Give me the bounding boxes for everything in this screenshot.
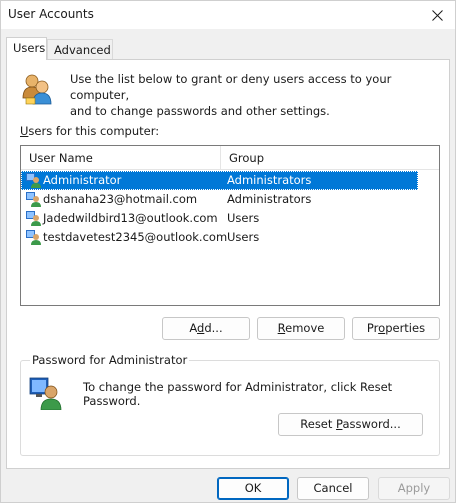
user-group: Administrators [227,192,312,206]
tab-advanced[interactable]: Advanced [47,39,113,59]
list-item[interactable]: testdavetest2345@outlook.com Users [21,228,418,247]
title-bar: User Accounts [1,1,455,29]
intro-text-line2: and to change passwords and other settin… [70,104,330,118]
list-rows: Administrator Administrators dshanaha23@… [21,171,439,247]
remove-button[interactable]: Remove [257,317,345,340]
column-header-group[interactable]: Group [221,146,419,170]
window-title: User Accounts [8,7,94,21]
close-icon [431,9,443,21]
column-header-user-name[interactable]: User Name [21,146,221,170]
user-group: Administrators [227,173,312,187]
user-account-icon [26,192,41,207]
apply-button[interactable]: Apply [378,477,450,500]
close-button[interactable] [419,1,455,29]
list-item[interactable]: dshanaha23@hotmail.com Administrators [21,190,418,209]
user-monitor-icon [29,377,62,410]
user-name: Jadedwildbird13@outlook.com [43,211,218,225]
users-label-rest: sers for this computer: [28,124,160,138]
user-account-icon [26,173,41,188]
properties-button[interactable]: Properties [352,317,440,340]
intro-text-line1: Use the list below to grant or deny user… [70,72,392,102]
users-list[interactable]: User Name Group Administrator Administra… [20,145,440,306]
users-icon [22,74,52,105]
user-account-icon [26,230,41,245]
list-header: User Name Group [21,146,439,170]
properties-label-post: perties [385,321,426,335]
add-label-pre: A [189,321,198,335]
password-help-text: To change the password for Administrator… [83,380,393,408]
cancel-button[interactable]: Cancel [297,477,369,500]
tab-strip: Users Advanced [6,37,446,60]
password-groupbox-title: Password for Administrator [30,353,190,367]
user-name: Administrator [43,173,122,187]
user-group: Users [227,211,260,225]
add-button[interactable]: Add... [162,317,250,340]
user-group: Users [227,230,260,244]
user-account-icon [26,211,41,226]
users-tab-panel: Use the list below to grant or deny user… [6,59,450,469]
intro-text: Use the list below to grant or deny user… [70,71,440,119]
list-item[interactable]: Jadedwildbird13@outlook.com Users [21,209,418,228]
properties-label-pre: Pr [366,321,379,335]
reset-password-button[interactable]: Reset Password... [278,413,423,436]
user-name: dshanaha23@hotmail.com [43,192,198,206]
user-name: testdavetest2345@outlook.com [43,230,228,244]
add-label-post: d... [204,321,223,335]
reset-label-pre: Reset [300,417,337,431]
ok-button[interactable]: OK [217,477,289,500]
reset-label-post: assword... [342,417,401,431]
password-groupbox [20,360,440,456]
user-accounts-window: User Accounts Users Advanced Use the lis… [0,0,456,503]
users-list-label: Users for this computer: [20,124,159,138]
tab-users[interactable]: Users [6,37,47,60]
list-item[interactable]: Administrator Administrators [21,171,418,190]
remove-label-post: emove [285,321,325,335]
